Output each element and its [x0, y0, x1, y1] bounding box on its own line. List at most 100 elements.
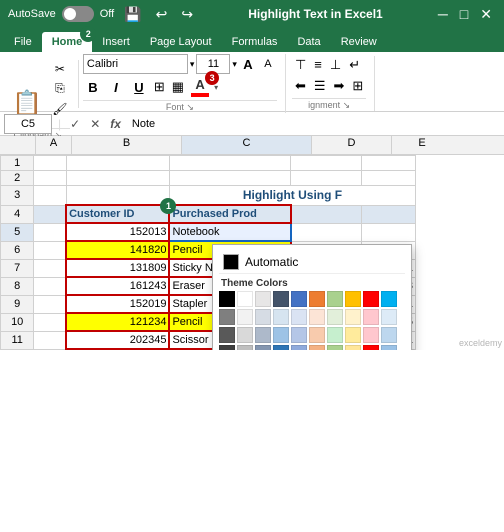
cell-a2[interactable] [34, 171, 66, 186]
align-right-button[interactable]: ➡ [331, 77, 348, 95]
cell-a11[interactable] [34, 331, 66, 349]
font-color-button[interactable]: A 3 [189, 77, 211, 97]
theme-color-swatch[interactable] [381, 345, 397, 350]
tab-formulas[interactable]: Formulas [222, 32, 288, 52]
font-name-dropdown[interactable]: ▾ [190, 59, 195, 70]
cell-b10[interactable]: 121234 [66, 313, 169, 331]
theme-color-swatch[interactable] [273, 345, 289, 350]
theme-color-swatch[interactable] [327, 345, 343, 350]
tab-data[interactable]: Data [287, 32, 330, 52]
cell-b11[interactable]: 202345 [66, 331, 169, 349]
color-automatic-option[interactable]: Automatic [219, 251, 405, 274]
cell-a3[interactable] [34, 186, 66, 206]
align-center-button[interactable]: ☰ [311, 77, 329, 95]
cell-b1[interactable] [66, 156, 169, 171]
border-button[interactable]: ⊞ [152, 79, 167, 95]
theme-color-swatch[interactable] [219, 327, 235, 343]
theme-color-swatch[interactable] [345, 309, 361, 325]
undo-icon[interactable]: ↩ [152, 4, 172, 25]
cell-reference-input[interactable] [4, 114, 52, 134]
font-grow-button[interactable]: A [239, 55, 257, 73]
cell-a9[interactable] [34, 295, 66, 313]
theme-color-swatch[interactable] [327, 309, 343, 325]
align-top-button[interactable]: ⊤ [292, 56, 309, 74]
theme-color-swatch[interactable] [363, 291, 379, 307]
cell-c2[interactable] [169, 171, 291, 186]
font-size-input[interactable] [196, 54, 230, 74]
theme-color-swatch[interactable] [237, 345, 253, 350]
theme-color-swatch[interactable] [381, 327, 397, 343]
theme-color-swatch[interactable] [219, 345, 235, 350]
col-header-b[interactable]: B [72, 136, 182, 154]
theme-color-swatch[interactable] [255, 309, 271, 325]
theme-color-swatch[interactable] [255, 327, 271, 343]
theme-color-swatch[interactable] [237, 291, 253, 307]
underline-button[interactable]: U [129, 77, 149, 97]
font-name-input[interactable] [83, 54, 188, 74]
italic-button[interactable]: I [106, 77, 126, 97]
theme-color-swatch[interactable] [309, 327, 325, 343]
copy-button[interactable]: ⎘ [50, 80, 70, 98]
cut-button[interactable]: ✂ [50, 60, 70, 78]
bold-button[interactable]: B [83, 77, 103, 97]
theme-color-swatch[interactable] [273, 327, 289, 343]
theme-color-swatch[interactable] [291, 309, 307, 325]
tab-file[interactable]: File [4, 32, 42, 52]
cell-c5[interactable]: Notebook [169, 223, 291, 241]
align-bottom-button[interactable]: ⊥ [327, 56, 344, 74]
align-left-button[interactable]: ⬅ [292, 77, 309, 95]
theme-color-swatch[interactable] [255, 345, 271, 350]
redo-icon[interactable]: ↪ [177, 4, 197, 25]
theme-color-swatch[interactable] [345, 291, 361, 307]
theme-color-swatch[interactable] [327, 327, 343, 343]
tab-page-layout[interactable]: Page Layout [140, 32, 222, 52]
cell-a4[interactable] [34, 205, 66, 223]
theme-color-swatch[interactable] [273, 291, 289, 307]
theme-color-swatch[interactable] [381, 291, 397, 307]
theme-color-swatch[interactable] [291, 345, 307, 350]
formula-input[interactable] [128, 114, 500, 134]
cell-b9[interactable]: 152019 [66, 295, 169, 313]
cell-a7[interactable] [34, 259, 66, 277]
save-icon[interactable]: 💾 [120, 4, 145, 25]
cell-a6[interactable] [34, 241, 66, 259]
formula-check-icon[interactable]: ✓ [67, 117, 83, 131]
cell-b6[interactable]: 141820 [66, 241, 169, 259]
theme-color-swatch[interactable] [291, 327, 307, 343]
cell-c4[interactable]: Purchased Prod [169, 205, 291, 223]
theme-color-swatch[interactable] [237, 309, 253, 325]
cell-e2[interactable] [362, 171, 416, 186]
cell-a1[interactable] [34, 156, 66, 171]
col-header-e[interactable]: E [392, 136, 452, 154]
theme-color-swatch[interactable] [309, 291, 325, 307]
formula-fx-icon[interactable]: fx [107, 117, 124, 131]
cell-a8[interactable] [34, 277, 66, 295]
cell-e4[interactable] [362, 205, 416, 223]
theme-color-swatch[interactable] [255, 291, 271, 307]
cell-b3[interactable] [66, 186, 169, 206]
theme-color-swatch[interactable] [327, 291, 343, 307]
maximize-icon[interactable]: □ [456, 4, 472, 25]
theme-color-swatch[interactable] [219, 309, 235, 325]
col-header-d[interactable]: D [312, 136, 392, 154]
col-header-a[interactable]: A [36, 136, 72, 154]
theme-color-swatch[interactable] [363, 327, 379, 343]
cell-b5[interactable]: 152013 [66, 223, 169, 241]
font-size-dropdown[interactable]: ▾ [232, 59, 237, 70]
theme-color-swatch[interactable] [273, 309, 289, 325]
cell-a10[interactable] [34, 313, 66, 331]
theme-color-swatch[interactable] [291, 291, 307, 307]
theme-color-swatch[interactable] [345, 327, 361, 343]
formula-cancel-icon[interactable]: ✕ [87, 117, 103, 131]
theme-color-swatch[interactable] [345, 345, 361, 350]
merge-button[interactable]: ⊞ [349, 77, 366, 95]
cell-c1[interactable] [169, 156, 291, 171]
theme-color-swatch[interactable] [237, 327, 253, 343]
cell-d2[interactable] [291, 171, 362, 186]
close-icon[interactable]: ✕ [476, 4, 496, 25]
theme-color-swatch[interactable] [381, 309, 397, 325]
theme-color-swatch[interactable] [363, 345, 379, 350]
theme-color-swatch[interactable] [363, 309, 379, 325]
tab-review[interactable]: Review [331, 32, 387, 52]
format-painter-button[interactable]: 🖌 [50, 100, 70, 118]
